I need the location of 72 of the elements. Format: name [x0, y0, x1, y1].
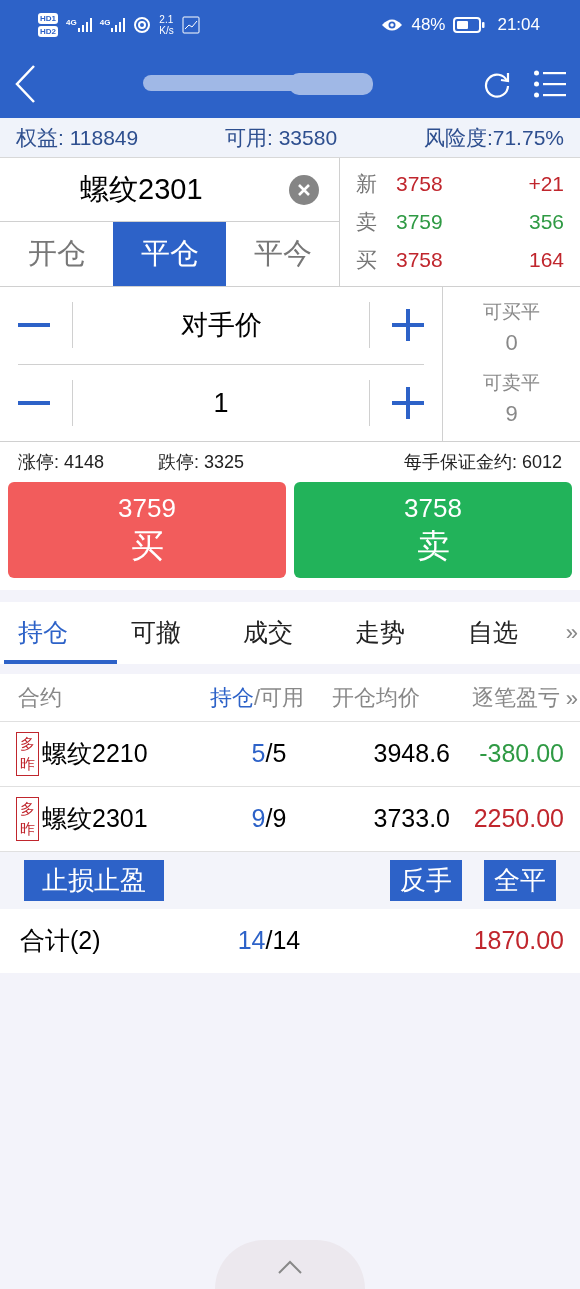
column-header: 持仓/可用 — [210, 684, 306, 712]
minus-icon[interactable] — [18, 323, 50, 328]
contract-field[interactable]: 螺纹2301 — [80, 167, 289, 212]
closable-label: 可买平 — [483, 299, 540, 324]
more-columns-icon[interactable]: » — [565, 682, 578, 715]
clock: 21:04 — [497, 14, 540, 37]
eye-icon — [381, 18, 404, 32]
account-stat: 风险度:71.75% — [423, 124, 564, 151]
chevron-up-icon — [278, 1260, 302, 1274]
limit-text: 跌停: 3325 — [158, 450, 246, 474]
signal-icon — [77, 18, 92, 32]
clear-icon[interactable] — [289, 174, 319, 205]
app-notification-icon — [181, 16, 200, 34]
total-label: 合计(2) — [19, 925, 101, 957]
position-count: 5/5 — [250, 738, 288, 770]
minus-icon[interactable] — [18, 400, 50, 405]
tab[interactable]: 可撤 — [130, 602, 244, 664]
quote-volume: 164 — [528, 247, 564, 274]
limit-text: 涨停: 4148 — [18, 450, 106, 474]
battery-percent: 48% — [411, 14, 446, 37]
column-header: 开仓均价 — [332, 684, 421, 712]
quote-price: 3758 — [396, 171, 444, 198]
account-stat: 可用: 33580 — [225, 124, 338, 151]
quote-volume: +21 — [528, 171, 564, 198]
stop-loss-button[interactable]: 止损止盈 — [24, 860, 164, 901]
network-label: 4G — [99, 18, 111, 28]
closable-value: 0 — [505, 329, 518, 358]
mode-tab[interactable]: 平仓 — [113, 222, 226, 286]
column-header: 逐笔盈亏 — [472, 684, 560, 712]
position-count: 9/9 — [250, 803, 288, 835]
hotspot-icon — [133, 16, 152, 34]
sim-badge: HD2 — [38, 26, 58, 37]
menu-icon[interactable] — [534, 70, 566, 98]
closable-value: 9 — [505, 400, 518, 429]
avg-price: 3733.0 — [372, 803, 450, 835]
plus-icon[interactable] — [392, 386, 424, 419]
position-action-button[interactable]: 反手 — [390, 860, 462, 901]
avg-price: 3948.6 — [372, 738, 450, 770]
buy-button[interactable]: 3759 买 — [8, 482, 286, 578]
signal-icon — [111, 18, 126, 32]
quote-label: 新 — [356, 171, 378, 198]
position-tag: 多昨 — [16, 797, 39, 841]
contract-name: 螺纹2301 — [42, 803, 148, 835]
account-stat: 权益: 118849 — [16, 124, 139, 151]
profit-loss: 1870.00 — [472, 925, 564, 957]
network-label: 4G — [66, 18, 77, 28]
position-action-button[interactable]: 全平 — [484, 860, 556, 901]
position-count: 14/14 — [236, 925, 302, 957]
column-header: 合约 — [18, 684, 63, 712]
limit-text: 每手保证金约: 6012 — [403, 450, 562, 474]
quote-volume: 356 — [528, 209, 564, 236]
quantity-value[interactable]: 1 — [73, 382, 369, 423]
price-type-value[interactable]: 对手价 — [73, 305, 369, 346]
quote-price: 3758 — [396, 247, 444, 274]
network-speed: 2.1 — [159, 14, 174, 25]
position-tag: 多昨 — [16, 732, 39, 776]
battery-icon — [453, 17, 486, 33]
more-tabs-icon[interactable]: » — [565, 616, 578, 649]
back-icon[interactable] — [14, 64, 36, 104]
speed-unit: K/s — [159, 25, 174, 36]
tab[interactable]: 持仓 — [4, 602, 117, 664]
closable-label: 可卖平 — [483, 370, 540, 395]
quote-label: 买 — [356, 247, 378, 274]
plus-icon[interactable] — [392, 309, 424, 342]
tab[interactable]: 成交 — [243, 602, 356, 664]
tab[interactable]: 走势 — [355, 602, 468, 664]
quote-label: 卖 — [356, 209, 378, 236]
profit-loss: -380.00 — [478, 738, 564, 770]
sim-badge: HD1 — [38, 13, 58, 24]
profit-loss: 2250.00 — [472, 803, 564, 835]
quote-price: 3759 — [396, 209, 444, 236]
contract-name: 螺纹2210 — [42, 738, 148, 770]
